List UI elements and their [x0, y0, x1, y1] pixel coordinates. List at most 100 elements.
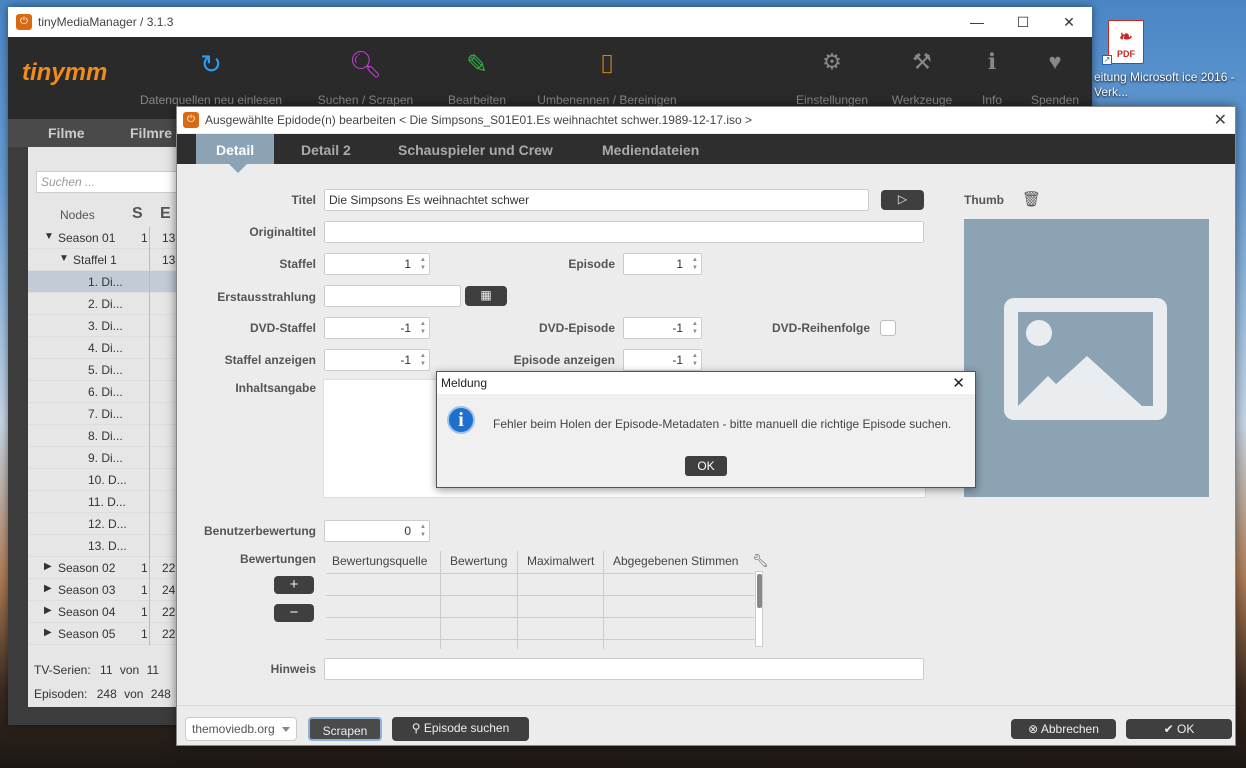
- hinweis-field[interactable]: [324, 658, 924, 680]
- scraper-select[interactable]: themoviedb.org: [185, 717, 297, 741]
- benutzerbewertung-spinner[interactable]: 0 ▲ ▼: [324, 520, 430, 542]
- message-titlebar: Meldung: [437, 372, 975, 394]
- staffel-anzeigen-value: -1: [400, 353, 411, 367]
- dvd-staffel-spinner[interactable]: -1 ▲ ▼: [324, 317, 430, 339]
- tv-show-count: TV-Serien: 11 von 11: [34, 663, 159, 677]
- scrapen-button[interactable]: Scrapen: [308, 717, 382, 741]
- column-abgegebene-stimmen[interactable]: Abgegebenen Stimmen: [613, 554, 738, 568]
- toolbar-rename-button[interactable]: ⌷ Umbenennen / Bereinigen: [532, 49, 682, 107]
- check-circle-icon: ✔: [1163, 722, 1174, 736]
- tab-detail[interactable]: Detail: [196, 134, 275, 164]
- episode-spinner[interactable]: 1 ▲ ▼: [623, 253, 702, 275]
- tab-filme[interactable]: Filme: [48, 125, 85, 141]
- search-input[interactable]: Suchen ...: [36, 171, 186, 193]
- play-button[interactable]: ▷: [881, 190, 924, 210]
- staffel-spinner[interactable]: 1 ▲ ▼: [324, 253, 430, 275]
- staffel-value: 1: [404, 257, 411, 271]
- wrench-icon[interactable]: 🔧︎: [752, 553, 769, 569]
- expand-right-icon[interactable]: ▶: [44, 561, 52, 572]
- pdf-label: PDF: [1117, 49, 1135, 59]
- calendar-button[interactable]: ▦: [465, 286, 507, 306]
- dialog-close-button[interactable]: ✕: [1214, 110, 1227, 130]
- episode-suchen-label: Episode suchen: [423, 721, 510, 735]
- tab-cast-crew[interactable]: Schauspieler und Crew: [398, 134, 553, 164]
- toolbar-refresh-button[interactable]: ↻ Datenquellen neu einlesen: [126, 49, 296, 107]
- episode-label: Episode: [568, 257, 615, 271]
- spinner-arrows-icon[interactable]: ▲ ▼: [692, 256, 698, 272]
- expand-down-icon[interactable]: ▼: [59, 253, 69, 264]
- tab-filmreihen[interactable]: Filmre: [130, 125, 172, 141]
- titel-field[interactable]: Die Simpsons Es weihnachtet schwer: [324, 189, 869, 211]
- dialog-tabs: Detail Detail 2 Schauspieler und Crew Me…: [177, 134, 1235, 164]
- ratings-scrollbar-thumb[interactable]: [757, 574, 762, 608]
- abbrechen-button[interactable]: ⊗ Abbrechen: [1011, 719, 1116, 739]
- toolbar-search-button[interactable]: 🔍︎ Suchen / Scrapen: [308, 49, 423, 107]
- spinner-arrows-icon[interactable]: ▲ ▼: [692, 320, 698, 336]
- column-bewertung[interactable]: Bewertung: [450, 554, 507, 568]
- column-bewertungsquelle[interactable]: Bewertungsquelle: [332, 554, 427, 568]
- nodes-header[interactable]: Nodes: [60, 208, 95, 222]
- hinweis-label: Hinweis: [270, 662, 316, 676]
- dvd-episode-spinner[interactable]: -1 ▲ ▼: [623, 317, 702, 339]
- dvd-reihenfolge-checkbox[interactable]: [880, 320, 896, 336]
- spinner-arrows-icon[interactable]: ▲ ▼: [420, 320, 426, 336]
- toolbar-donate-button[interactable]: ♥ Spenden: [1026, 49, 1084, 107]
- toolbar-tools-button[interactable]: ⚒ Werkzeuge: [884, 49, 960, 107]
- column-maximalwert[interactable]: Maximalwert: [527, 554, 594, 568]
- message-close-button[interactable]: ✕: [952, 374, 965, 392]
- spinner-arrows-icon[interactable]: ▲ ▼: [420, 523, 426, 539]
- app-icon: ⏻: [16, 14, 32, 30]
- toolbar-edit-button[interactable]: ✎ Bearbeiten: [436, 49, 518, 107]
- titel-label: Titel: [291, 193, 316, 207]
- expand-right-icon[interactable]: ▶: [44, 605, 52, 616]
- spinner-arrows-icon[interactable]: ▲ ▼: [420, 256, 426, 272]
- close-button[interactable]: ✕: [1046, 7, 1092, 37]
- erstausstrahlung-label: Erstausstrahlung: [217, 290, 316, 304]
- refresh-icon: ↻: [200, 49, 222, 79]
- image-hill-shape: [1018, 376, 1078, 406]
- toolbar-label: Spenden: [1030, 93, 1080, 107]
- minimize-button[interactable]: —: [954, 7, 1000, 37]
- toolbar-info-button[interactable]: ℹ Info: [972, 49, 1012, 107]
- expand-right-icon[interactable]: ▶: [44, 627, 52, 638]
- message-title: Meldung: [441, 376, 488, 390]
- row-divider: [326, 595, 754, 596]
- footer-divider: [177, 705, 1235, 706]
- toolbar-settings-button[interactable]: ⚙ Einstellungen: [792, 49, 872, 107]
- add-rating-button[interactable]: +: [274, 576, 314, 594]
- tab-media-files[interactable]: Mediendateien: [602, 134, 699, 164]
- tree-row-name: 12. D...: [88, 517, 127, 531]
- staffel-anzeigen-spinner[interactable]: -1 ▲ ▼: [324, 349, 430, 371]
- column-divider: [149, 403, 150, 425]
- episode-suchen-button[interactable]: ⚲ Episode suchen: [392, 717, 529, 741]
- spinner-arrows-icon[interactable]: ▲ ▼: [692, 352, 698, 368]
- window-controls: — ☐ ✕: [954, 7, 1092, 37]
- cancel-icon: ⊗: [1028, 722, 1039, 736]
- tree-row-season-count: 1: [141, 605, 148, 619]
- spinner-arrows-icon[interactable]: ▲ ▼: [420, 352, 426, 368]
- tab-detail-2[interactable]: Detail 2: [301, 134, 351, 164]
- tree-row-name: Season 05: [58, 627, 116, 641]
- maximize-button[interactable]: ☐: [1000, 7, 1046, 37]
- ok-button[interactable]: ✔ OK: [1126, 719, 1232, 739]
- episodes-header[interactable]: E: [160, 205, 171, 223]
- column-divider: [149, 447, 150, 469]
- originaltitel-field[interactable]: [324, 221, 924, 243]
- desktop-file-label[interactable]: eitung Microsoft ice 2016 - Verk...: [1094, 70, 1244, 100]
- expand-down-icon[interactable]: ▼: [44, 231, 54, 242]
- tree-row-name: 4. Di...: [88, 341, 123, 355]
- message-ok-button[interactable]: OK: [685, 456, 727, 476]
- tv-count-label: TV-Serien:: [34, 663, 91, 677]
- episode-value: 1: [676, 257, 683, 271]
- expand-right-icon[interactable]: ▶: [44, 583, 52, 594]
- tv-count-value: 11: [100, 663, 113, 677]
- toolbar-label: Werkzeuge: [891, 93, 953, 107]
- inhaltsangabe-label: Inhaltsangabe: [235, 381, 316, 395]
- episode-anzeigen-spinner[interactable]: -1 ▲ ▼: [623, 349, 702, 371]
- pdf-file-icon[interactable]: ❧ PDF: [1108, 20, 1144, 64]
- erstausstrahlung-field[interactable]: [324, 285, 461, 307]
- thumb-image-placeholder[interactable]: [964, 219, 1209, 497]
- remove-rating-button[interactable]: −: [274, 604, 314, 622]
- trash-icon[interactable]: 🗑︎: [1022, 190, 1041, 208]
- seasons-header[interactable]: S: [132, 205, 143, 223]
